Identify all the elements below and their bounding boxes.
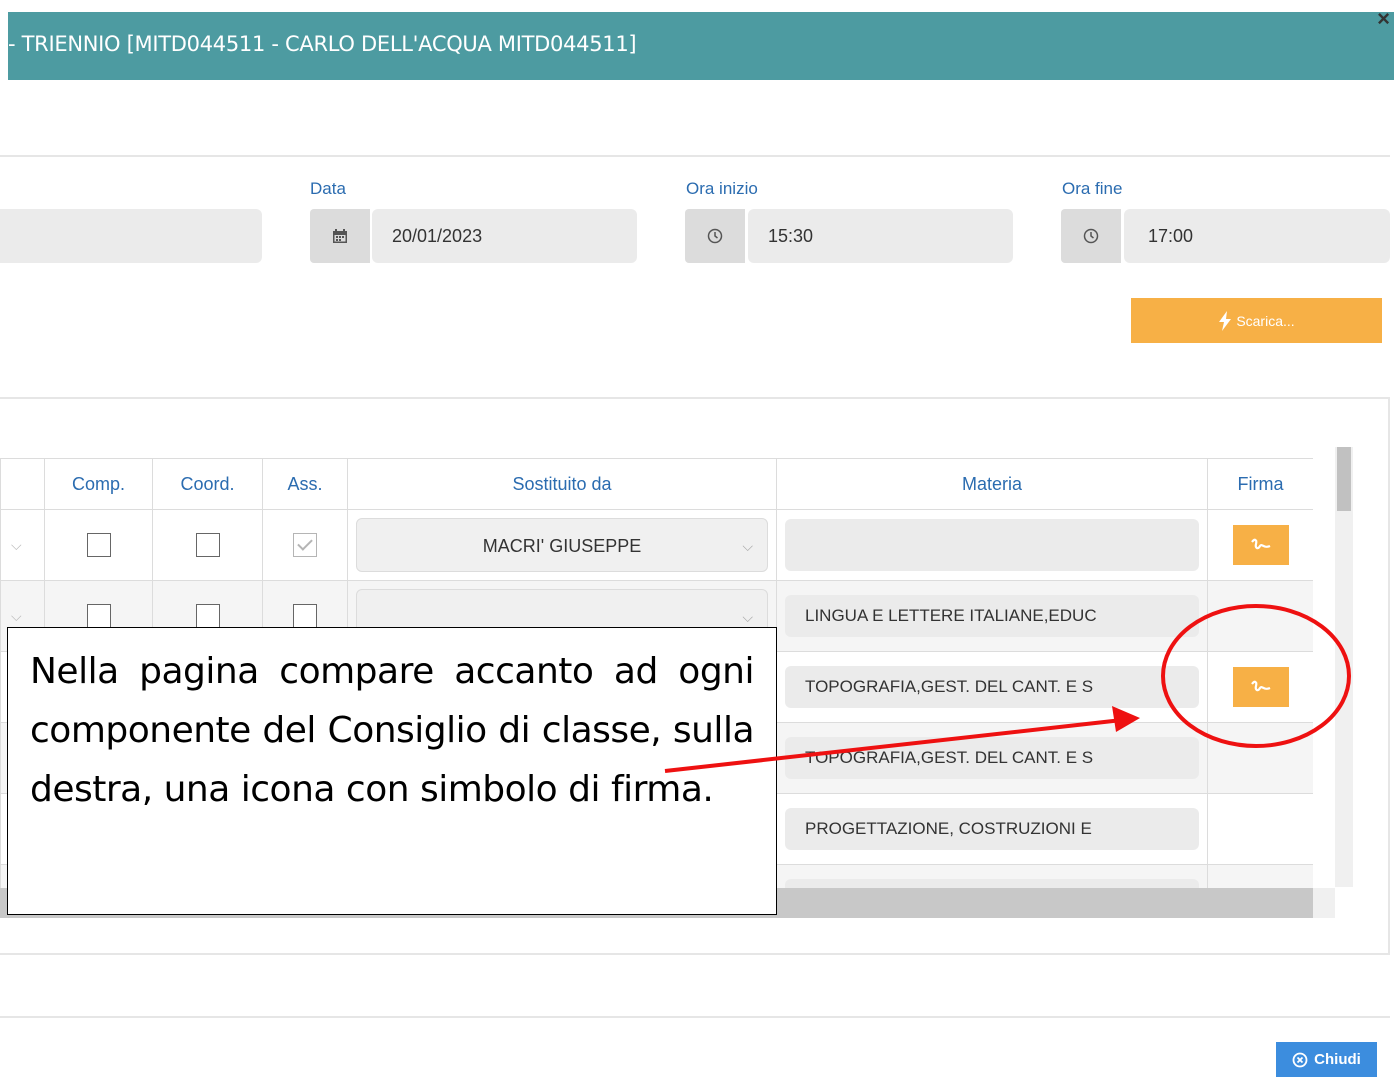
materia-field[interactable] [785,519,1199,571]
start-time-label: Ora inizio [686,179,758,198]
chiudi-button[interactable]: Chiudi [1276,1042,1377,1077]
divider [0,155,1390,157]
vertical-scrollbar[interactable] [1335,447,1353,887]
materia-field[interactable]: PROGETTAZIONE, COSTRUZIONI E [785,808,1199,850]
date-input[interactable]: 20/01/2023 [372,209,637,263]
sostituito-value: MACRI' GIUSEPPE [482,536,642,556]
comp-checkbox[interactable] [86,533,111,557]
firma-cell [1207,793,1313,865]
bolt-icon [1219,310,1232,331]
comp-checkbox[interactable] [86,604,111,628]
col-prev [0,458,45,510]
clock-icon [685,209,745,263]
coord-checkbox[interactable] [195,604,220,628]
col-comp[interactable]: Comp. [44,458,153,510]
calendar-icon [310,209,370,263]
signature-icon [1250,680,1270,692]
sostituito-select[interactable]: MACRI' GIUSEPPE ⌵ [356,518,768,572]
start-time-input[interactable]: 15:30 [748,209,1013,263]
close-icon[interactable]: × [1377,6,1390,32]
col-sostituito[interactable]: Sostituito da [347,458,777,510]
clock-icon [1061,209,1121,263]
materia-field[interactable]: TOPOGRAFIA,GEST. DEL CANT. E S [785,666,1199,708]
ass-checkbox[interactable] [293,533,317,557]
modal-header: - TRIENNIO [MITD044511 - CARLO DELL'ACQU… [8,12,1394,80]
left-field[interactable] [0,209,262,263]
materia-field[interactable]: TOPOGRAFIA,GEST. DEL CANT. E S [785,737,1199,779]
modal-title: - TRIENNIO [MITD044511 - CARLO DELL'ACQU… [8,32,637,56]
materia-field[interactable]: LINGUA E LETTERE ITALIANE,EDUC [785,595,1199,637]
materia-field[interactable] [785,879,1199,888]
date-label: Data [310,179,346,198]
coord-checkbox[interactable] [195,533,220,557]
annotation-callout: Nella pagina compare accanto ad ogni com… [7,627,777,915]
col-firma[interactable]: Firma [1207,458,1313,510]
vertical-scrollbar-thumb[interactable] [1337,447,1351,511]
firma-cell [1207,864,1313,888]
firma-cell [1207,722,1313,794]
signature-button[interactable] [1232,667,1289,707]
divider [0,1016,1390,1018]
chevron-down-icon: ⌵ [742,538,753,554]
scarica-label: Scarica... [1236,312,1295,329]
col-ass[interactable]: Ass. [262,458,348,510]
col-materia[interactable]: Materia [776,458,1208,510]
signature-icon [1250,538,1270,550]
chiudi-label: Chiudi [1314,1051,1361,1068]
close-circle-icon [1292,1052,1308,1067]
col-coord[interactable]: Coord. [152,458,263,510]
end-time-label: Ora fine [1062,179,1123,198]
end-time-input[interactable]: 17:00 [1124,209,1390,263]
table-row: ⌵ MACRI' GIUSEPPE ⌵ [0,509,1313,581]
chevron-down-icon[interactable]: ⌵ [0,509,45,581]
annotation-text: Nella pagina compare accanto ad ogni com… [30,651,755,810]
signature-button[interactable] [1232,525,1289,565]
scarica-button[interactable]: Scarica... [1131,298,1382,343]
ass-checkbox[interactable] [293,604,317,628]
firma-cell [1207,580,1313,652]
